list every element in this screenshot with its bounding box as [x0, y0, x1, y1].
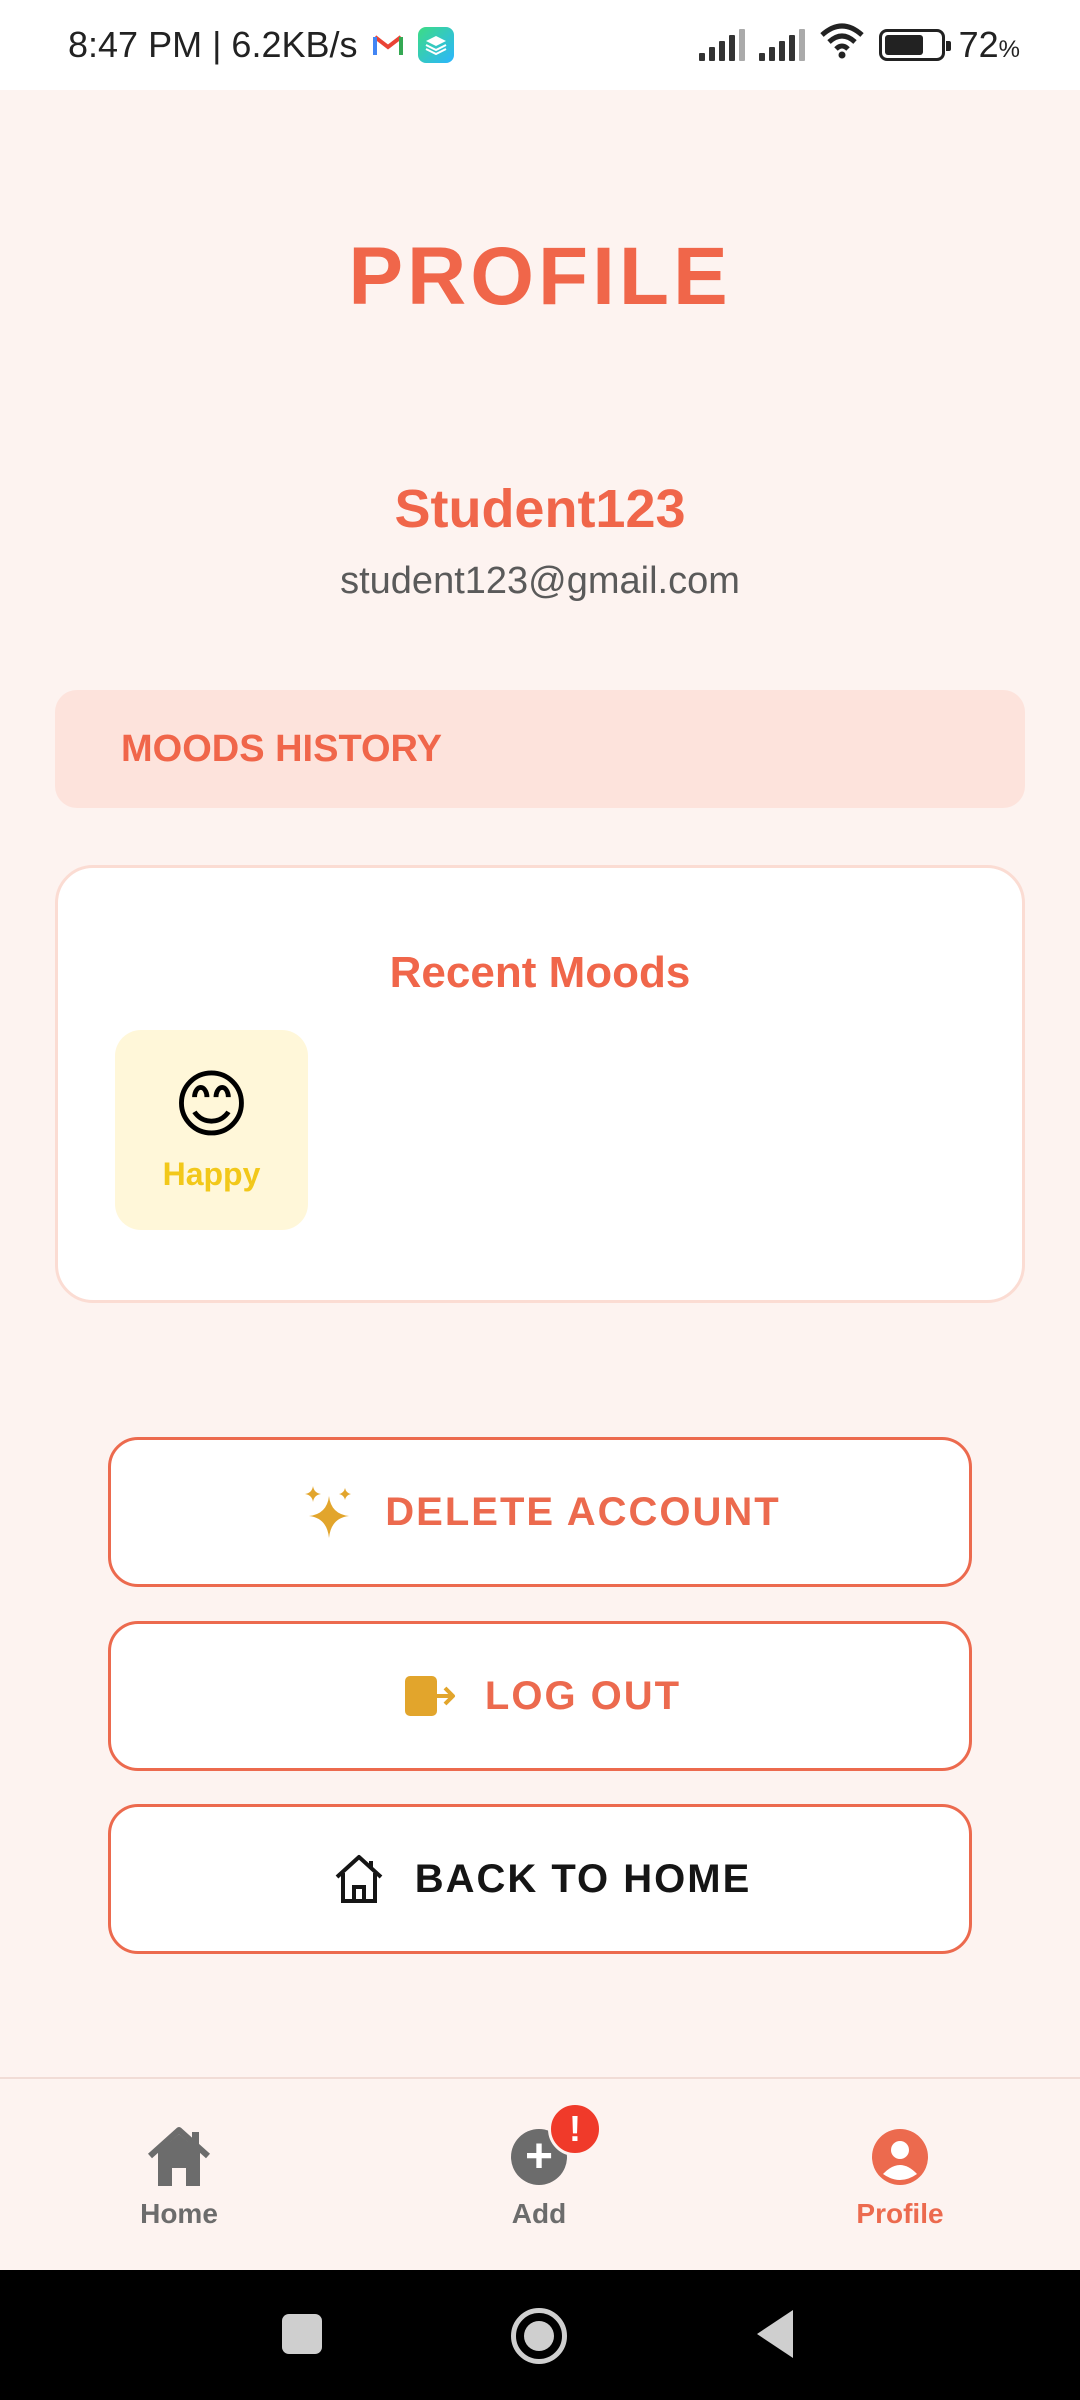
log-out-label: LOG OUT [484, 1673, 682, 1718]
profile-icon [867, 2124, 933, 2190]
signal-icon [758, 29, 805, 61]
battery-icon [878, 29, 951, 61]
moods-history-label: MOODS HISTORY [121, 727, 442, 770]
home-icon [146, 2124, 212, 2190]
back-to-home-label: BACK TO HOME [414, 1856, 752, 1901]
nav-add-label: Add [511, 2198, 567, 2229]
mood-label: Happy [162, 1155, 261, 1192]
battery-percent: 72% [958, 24, 1020, 65]
recent-moods-card: Recent Moods 😊 Happy [55, 865, 1025, 1303]
bottom-navigation: Home + ! Add Profile [0, 2077, 1080, 2270]
nav-item-profile[interactable]: Profile [800, 2124, 1000, 2230]
profile-email: student123@gmail.com [340, 560, 740, 602]
wifi-icon [819, 23, 865, 68]
nav-item-add[interactable]: + ! Add [439, 2102, 639, 2230]
moods-history-button[interactable]: MOODS HISTORY [55, 690, 1025, 808]
delete-account-button[interactable]: DELETE ACCOUNT [108, 1437, 972, 1587]
sparkles-icon [299, 1482, 359, 1542]
status-time: 8:47 PM | 6.2KB/s [68, 24, 358, 65]
profile-username: Student123 [394, 479, 686, 539]
home-system-button[interactable] [511, 2308, 567, 2364]
recents-button[interactable] [282, 2314, 322, 2354]
system-navigation-bar [0, 2270, 1080, 2400]
layers-app-icon [417, 27, 454, 63]
add-icon: + ! [506, 2102, 602, 2190]
logout-icon [399, 1666, 459, 1726]
signal-icon [698, 29, 745, 61]
back-to-home-button[interactable]: BACK TO HOME [108, 1804, 972, 1954]
status-left: 8:47 PM | 6.2KB/s [68, 24, 454, 66]
home-outline-icon [329, 1849, 389, 1909]
recent-moods-title: Recent Moods [389, 948, 691, 997]
log-out-button[interactable]: LOG OUT [108, 1621, 972, 1771]
status-bar: 8:47 PM | 6.2KB/s 72% [0, 0, 1080, 90]
nav-home-label: Home [140, 2198, 218, 2229]
back-button[interactable] [757, 2310, 793, 2358]
nav-item-home[interactable]: Home [79, 2124, 279, 2230]
delete-account-label: DELETE ACCOUNT [385, 1489, 781, 1534]
smiling-face-icon: 😊 [172, 1062, 251, 1146]
notification-badge: ! [548, 2102, 602, 2156]
page-title: PROFILE [348, 231, 732, 322]
mood-tile-happy[interactable]: 😊 Happy [115, 1030, 308, 1230]
status-right: 72% [698, 23, 1020, 68]
gmail-icon [370, 27, 406, 63]
nav-profile-label: Profile [856, 2198, 944, 2229]
